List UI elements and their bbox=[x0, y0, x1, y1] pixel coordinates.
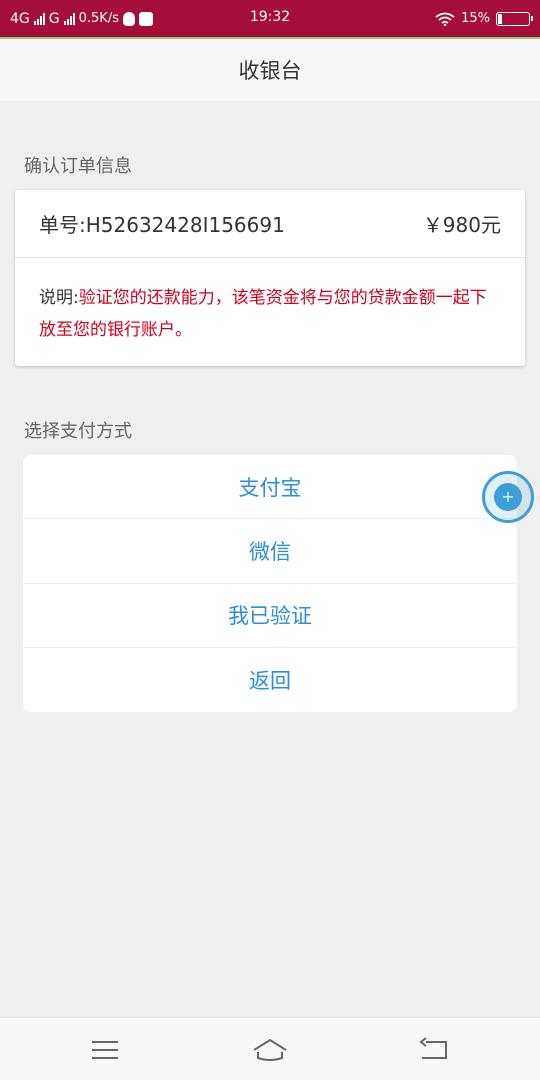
order-info-card: 单号:H52632428I156691 ￥980元 说明:验证您的还款能力，该笔… bbox=[15, 190, 525, 366]
network-type-4g: 4G bbox=[10, 10, 30, 27]
network-speed: 0.5K/s bbox=[78, 11, 119, 26]
status-right: 15% bbox=[435, 11, 533, 26]
qq-icon bbox=[122, 11, 135, 26]
payment-options-card: 支付宝 微信 我已验证 返回 bbox=[23, 455, 517, 712]
home-icon[interactable] bbox=[248, 1034, 292, 1066]
signal-icon bbox=[33, 12, 45, 25]
wifi-icon bbox=[435, 12, 455, 26]
plus-icon: + bbox=[494, 483, 522, 511]
pay-option-back[interactable]: 返回 bbox=[23, 648, 517, 712]
order-amount: ￥980元 bbox=[422, 213, 501, 237]
description-label: 说明: bbox=[39, 288, 79, 308]
pay-option-wechat[interactable]: 微信 bbox=[23, 519, 517, 584]
battery-icon bbox=[496, 11, 533, 26]
battery-percent: 15% bbox=[461, 11, 490, 26]
floating-assist-button[interactable]: + bbox=[482, 471, 534, 523]
order-number: 单号:H52632428I156691 bbox=[39, 213, 285, 237]
pay-option-verified[interactable]: 我已验证 bbox=[23, 584, 517, 648]
order-row: 单号:H52632428I156691 ￥980元 bbox=[15, 190, 525, 258]
order-description: 说明:验证您的还款能力，该笔资金将与您的贷款金额一起下放至您的银行账户。 bbox=[15, 258, 525, 346]
description-text: 验证您的还款能力，该笔资金将与您的贷款金额一起下放至您的银行账户。 bbox=[39, 288, 487, 340]
app-notification-icon bbox=[138, 11, 153, 26]
page-header: 收银台 bbox=[0, 39, 540, 101]
page-title: 收银台 bbox=[238, 59, 302, 83]
back-icon[interactable] bbox=[412, 1034, 456, 1066]
menu-icon[interactable] bbox=[84, 1034, 128, 1066]
status-left: 4G G 0.5K/s bbox=[10, 11, 435, 27]
pay-option-alipay[interactable]: 支付宝 bbox=[23, 455, 517, 520]
payment-section-label: 选择支付方式 bbox=[24, 421, 132, 442]
signal-icon-2 bbox=[63, 12, 75, 25]
system-navigation-bar bbox=[0, 1017, 540, 1080]
order-section-label: 确认订单信息 bbox=[24, 156, 132, 177]
network-type-g: G bbox=[48, 10, 60, 27]
status-bar: 4G G 0.5K/s 19:32 15% bbox=[0, 0, 540, 39]
